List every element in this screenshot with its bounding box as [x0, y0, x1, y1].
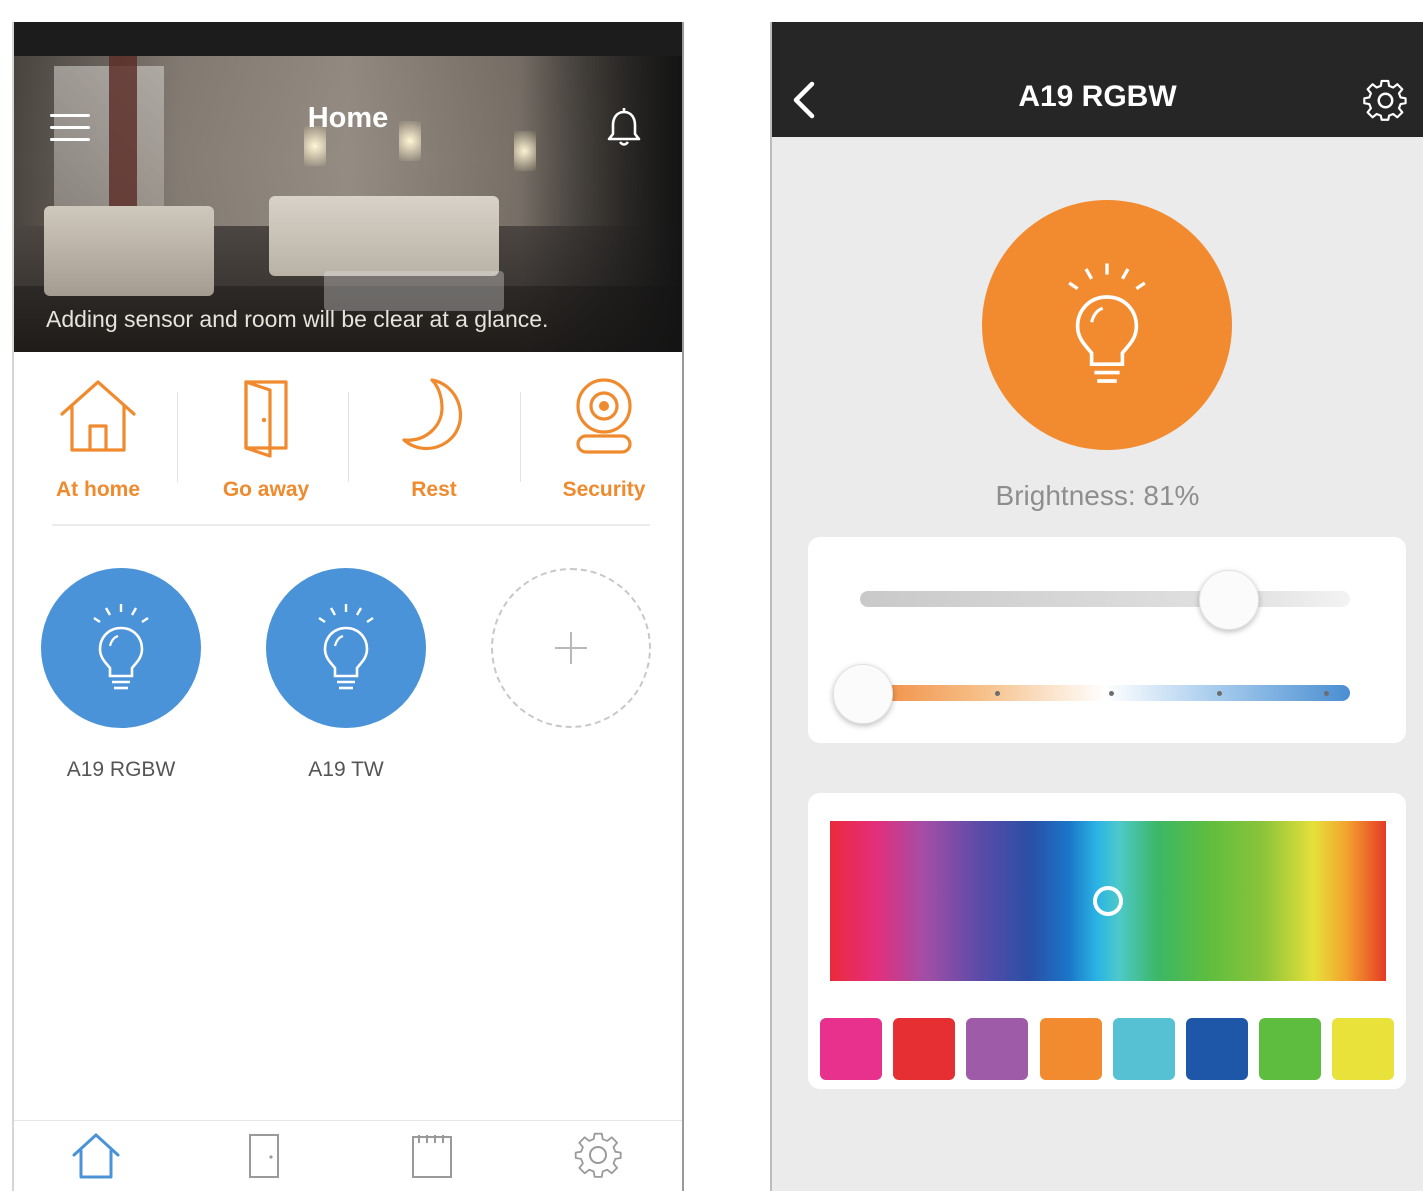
status-bar: [14, 22, 682, 56]
temperature-tick: [995, 691, 1000, 696]
bulb-icon: [93, 604, 149, 690]
bottom-tab-bar: [14, 1120, 682, 1191]
add-device-button[interactable]: [491, 568, 651, 728]
mode-security[interactable]: Security: [520, 352, 682, 527]
home-hero-banner: Home Adding sensor and room will be clea…: [14, 56, 682, 352]
hero-sofa: [269, 196, 499, 276]
color-card: [808, 793, 1406, 1089]
brightness-slider-track[interactable]: [860, 591, 1350, 607]
temperature-tick: [1217, 691, 1222, 696]
color-temperature-slider-thumb[interactable]: [833, 664, 893, 724]
hero-table: [324, 271, 504, 311]
device-icon-circle: [41, 568, 201, 728]
mode-label: Go away: [222, 478, 310, 501]
color-swatch[interactable]: [966, 1018, 1029, 1080]
color-picker-handle[interactable]: [1093, 886, 1123, 916]
modes-divider: [52, 524, 650, 526]
house-icon: [72, 1133, 120, 1179]
page-title: Home: [307, 102, 389, 134]
device-name: A19 RGBW: [66, 758, 176, 781]
camera-icon: [576, 378, 632, 454]
color-swatch[interactable]: [893, 1018, 956, 1080]
page-title: A19 RGBW: [1018, 80, 1177, 113]
tab-home[interactable]: [66, 1129, 126, 1189]
mode-label: Rest: [411, 478, 457, 501]
house-icon: [60, 380, 136, 452]
hero-sofa: [44, 206, 214, 296]
moon-icon: [402, 378, 463, 451]
color-swatch[interactable]: [1039, 1018, 1102, 1080]
color-swatch[interactable]: [820, 1018, 882, 1080]
tab-settings[interactable]: [568, 1129, 628, 1189]
color-swatch[interactable]: [1332, 1018, 1395, 1080]
color-swatch[interactable]: [1259, 1018, 1322, 1080]
slider-card: [808, 537, 1406, 743]
scene-modes: At home Go away Rest Security: [14, 352, 682, 527]
color-temperature-slider-track[interactable]: [860, 685, 1350, 701]
device-name: A19 TW: [308, 758, 384, 781]
color-swatch[interactable]: [1112, 1018, 1175, 1080]
device-a19-rgbw[interactable]: A19 RGBW: [38, 568, 204, 788]
brightness-slider-thumb[interactable]: [1198, 570, 1259, 630]
home-screen: Home Adding sensor and room will be clea…: [12, 22, 684, 1191]
bulb-icon: [1068, 263, 1146, 383]
gear-icon[interactable]: [1361, 76, 1409, 124]
temperature-tick: [1324, 691, 1329, 696]
hero-caption: Adding sensor and room will be clear at …: [46, 306, 549, 332]
mode-rest[interactable]: Rest: [350, 352, 518, 527]
mode-label: Security: [562, 478, 646, 501]
door-icon: [249, 1134, 279, 1178]
mode-label: At home: [56, 478, 140, 501]
plus-icon: [555, 632, 587, 664]
bulb-icon: [318, 604, 374, 690]
mode-at-home[interactable]: At home: [14, 352, 182, 527]
brightness-readout: Brightness: 81%: [995, 480, 1200, 511]
nav-bar: A19 RGBW: [772, 22, 1423, 137]
bulb-power-toggle[interactable]: [982, 200, 1232, 450]
mode-divider: [348, 392, 349, 482]
mode-go-away[interactable]: Go away: [182, 352, 350, 527]
tab-schedule[interactable]: [402, 1129, 462, 1189]
color-swatch[interactable]: [1186, 1018, 1248, 1080]
bell-icon[interactable]: [602, 106, 646, 150]
device-icon-circle: [266, 568, 426, 728]
door-icon: [244, 380, 288, 458]
device-a19-tw[interactable]: A19 TW: [263, 568, 429, 788]
device-detail-screen: A19 RGBW Brightness: 81%: [770, 22, 1423, 1191]
temperature-tick: [1109, 691, 1114, 696]
mode-divider: [177, 392, 178, 482]
gear-icon: [574, 1132, 622, 1178]
calendar-icon: [412, 1135, 452, 1178]
tab-devices[interactable]: [234, 1129, 294, 1189]
